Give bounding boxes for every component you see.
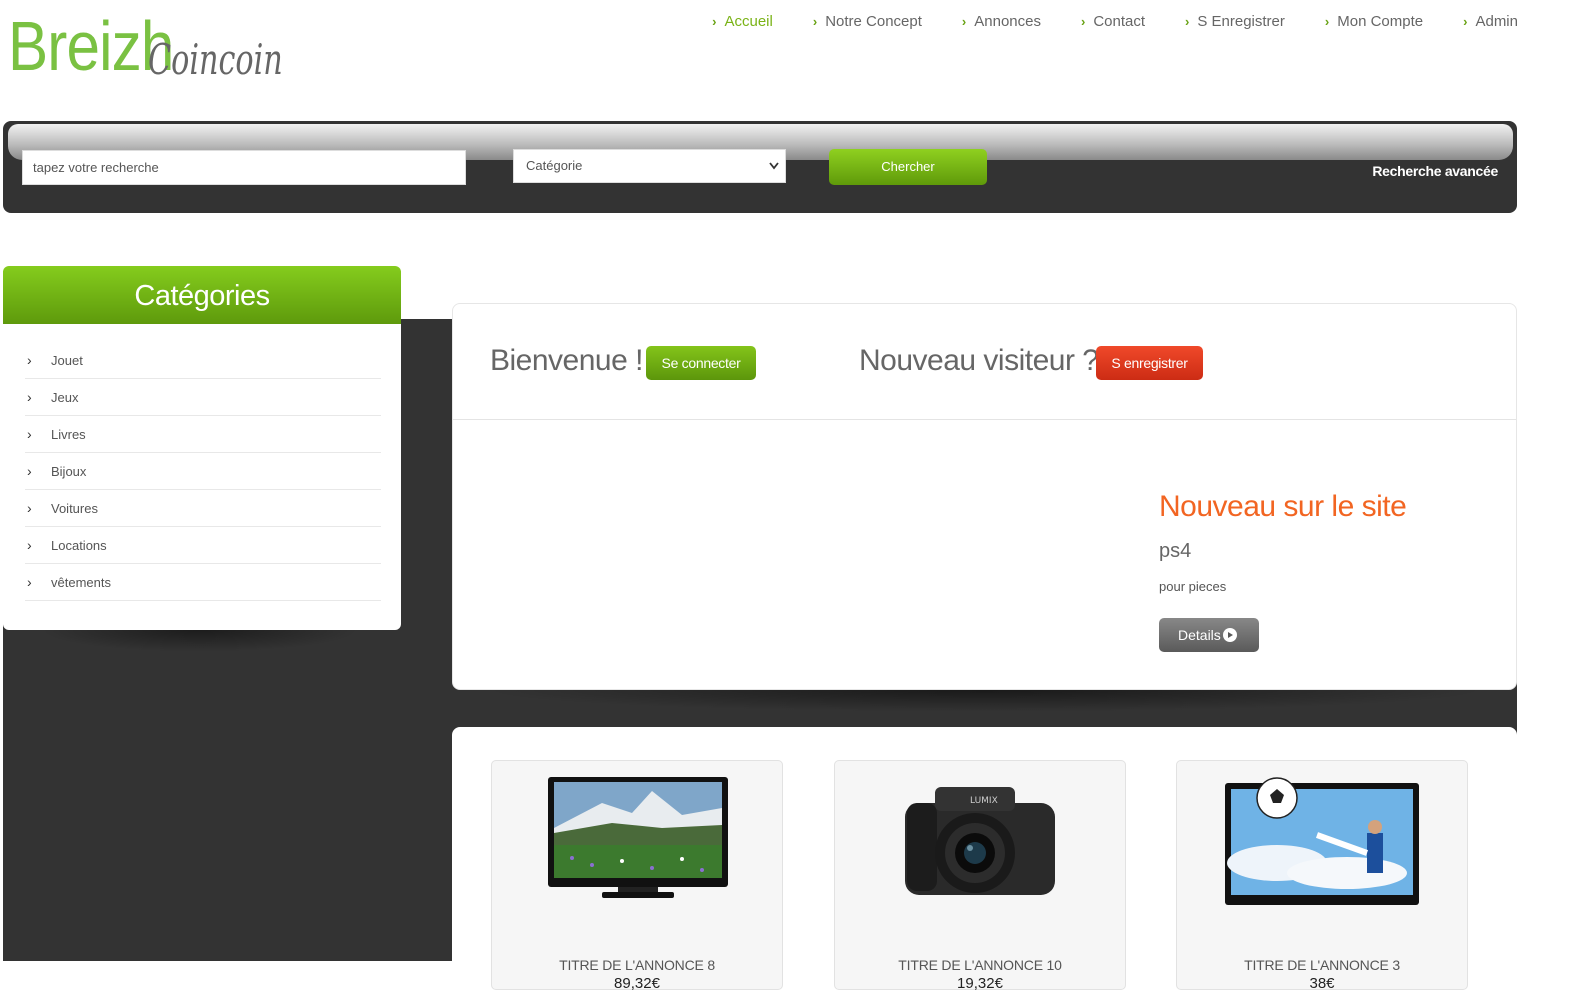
category-label: Voitures bbox=[51, 500, 98, 516]
chevron-right-icon: › bbox=[812, 14, 818, 29]
featured-description: pour pieces bbox=[1159, 579, 1227, 594]
welcome-shadow bbox=[480, 690, 1490, 712]
listings-panel: TITRE DE L'ANNONCE 8 89,32€ LUMIX TITRE … bbox=[452, 727, 1517, 992]
search-input[interactable] bbox=[22, 150, 466, 185]
chevron-right-icon: › bbox=[712, 14, 717, 29]
listing-price: 38€ bbox=[1309, 975, 1335, 992]
details-button[interactable]: Details bbox=[1159, 618, 1259, 652]
sidebar-title: Catégories bbox=[3, 266, 401, 324]
category-item-voitures[interactable]: › Voitures bbox=[25, 490, 381, 527]
nav-contact[interactable]: › Contact bbox=[1081, 12, 1145, 32]
details-label: Details bbox=[1178, 627, 1221, 643]
chevron-right-icon: › bbox=[1185, 14, 1190, 29]
listing-title: TITRE DE L'ANNONCE 8 bbox=[559, 957, 715, 973]
sidebar-shadow bbox=[40, 630, 360, 652]
svg-text:LUMIX: LUMIX bbox=[970, 796, 998, 806]
welcome-greeting: Bienvenue ! bbox=[490, 344, 643, 377]
chevron-right-icon: › bbox=[27, 389, 32, 405]
category-item-locations[interactable]: › Locations bbox=[25, 527, 381, 564]
nav-label: S Enregistrer bbox=[1197, 13, 1285, 30]
chevron-right-icon: › bbox=[1324, 14, 1330, 29]
categories-sidebar: Catégories › Jouet › Jeux › Livres › Bijoux … bbox=[3, 266, 401, 630]
listing-price: 89,32€ bbox=[614, 975, 660, 992]
camera-image: LUMIX bbox=[905, 787, 1055, 895]
tv-football-image bbox=[1225, 777, 1419, 905]
chevron-right-icon: › bbox=[961, 14, 967, 29]
nav-label: Mon Compte bbox=[1337, 13, 1424, 30]
nav-s-enregistrer[interactable]: › S Enregistrer bbox=[1185, 12, 1285, 32]
listing-card[interactable]: LUMIX TITRE DE L'ANNONCE 10 19,32€ bbox=[834, 760, 1126, 992]
chevron-right-icon: › bbox=[27, 574, 32, 590]
chevron-right-icon: › bbox=[1080, 14, 1086, 29]
search-button[interactable]: Chercher bbox=[829, 149, 987, 185]
category-select[interactable]: Catégorie bbox=[513, 149, 786, 183]
logo-coincoin-text: Coincoin bbox=[148, 35, 283, 84]
category-item-bijoux[interactable]: › Bijoux bbox=[25, 453, 381, 490]
advanced-search-link[interactable]: Recherche avancée bbox=[1372, 163, 1498, 179]
new-visitor-text: Nouveau visiteur ? bbox=[859, 344, 1099, 377]
nav-annonces[interactable]: › Annonces bbox=[962, 12, 1041, 32]
listing-card[interactable]: TITRE DE L'ANNONCE 3 38€ bbox=[1176, 760, 1468, 992]
nav-accueil[interactable]: › Accueil bbox=[712, 12, 773, 32]
chevron-right-icon: › bbox=[1463, 14, 1468, 29]
search-bar: Catégorie Chercher Recherche avancée bbox=[3, 121, 1517, 213]
category-label: Jouet bbox=[51, 352, 83, 368]
category-item-livres[interactable]: › Livres bbox=[25, 416, 381, 453]
category-item-jeux[interactable]: › Jeux bbox=[25, 379, 381, 416]
category-label: Locations bbox=[51, 537, 107, 553]
nav-label: Accueil bbox=[724, 13, 773, 30]
nav-label: Contact bbox=[1093, 13, 1146, 30]
listing-title: TITRE DE L'ANNONCE 10 bbox=[898, 957, 1062, 973]
login-button[interactable]: Se connecter bbox=[646, 346, 756, 380]
category-item-vetements[interactable]: › vêtements bbox=[25, 564, 381, 601]
category-select-value: Catégorie bbox=[526, 158, 583, 173]
chevron-right-icon: › bbox=[27, 500, 32, 516]
nav-label: Annonces bbox=[974, 13, 1041, 30]
featured-name[interactable]: ps4 bbox=[1159, 540, 1191, 563]
nav-mon-compte[interactable]: › Mon Compte bbox=[1325, 12, 1423, 32]
nav-admin[interactable]: › Admin bbox=[1463, 12, 1518, 32]
chevron-right-icon: › bbox=[27, 463, 32, 479]
category-item-jouet[interactable]: › Jouet bbox=[25, 342, 381, 379]
category-label: Bijoux bbox=[51, 463, 87, 479]
category-list: › Jouet › Jeux › Livres › Bijoux › Voitures ›… bbox=[3, 324, 401, 601]
register-button[interactable]: S enregistrer bbox=[1096, 346, 1203, 380]
top-nav: › Accueil › Notre Concept › Annonces › Conta… bbox=[672, 12, 1518, 32]
chevron-down-icon bbox=[769, 150, 779, 195]
category-label: vêtements bbox=[51, 574, 111, 590]
chevron-right-icon: › bbox=[27, 352, 32, 368]
category-label: Livres bbox=[51, 426, 86, 442]
tv-landscape-image bbox=[548, 777, 728, 898]
category-label: Jeux bbox=[51, 389, 79, 405]
nav-label: Notre Concept bbox=[825, 13, 922, 30]
listing-card[interactable]: TITRE DE L'ANNONCE 8 89,32€ bbox=[491, 760, 783, 992]
chevron-right-icon: › bbox=[27, 426, 32, 442]
nav-notre-concept[interactable]: › Notre Concept bbox=[813, 12, 922, 32]
featured-heading: Nouveau sur le site bbox=[1159, 490, 1407, 523]
chevron-right-icon: › bbox=[27, 537, 32, 553]
nav-label: Admin bbox=[1475, 13, 1518, 30]
listing-title: TITRE DE L'ANNONCE 3 bbox=[1244, 957, 1400, 973]
welcome-header: Bienvenue ! Se connecter Nouveau visiteu… bbox=[453, 304, 1516, 420]
listing-price: 19,32€ bbox=[957, 975, 1003, 992]
play-circle-icon bbox=[1223, 628, 1237, 642]
welcome-panel: Bienvenue ! Se connecter Nouveau visiteu… bbox=[452, 303, 1517, 690]
